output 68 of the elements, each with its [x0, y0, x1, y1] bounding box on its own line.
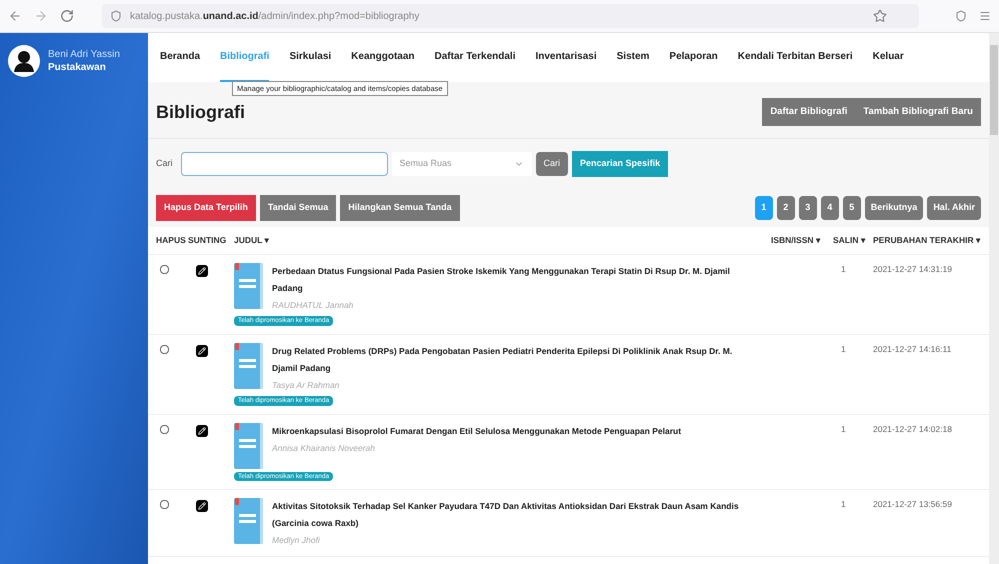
nav-tab[interactable]: Inventarisasi [535, 33, 597, 82]
page-link[interactable]: Berikutnya [864, 196, 924, 220]
column-header[interactable]: JUDUL ▾ [234, 234, 771, 247]
nav-tab[interactable]: Keluar [872, 33, 904, 82]
edit-icon[interactable] [196, 344, 208, 357]
reload-icon[interactable] [60, 9, 74, 23]
copies-cell-text: 1 [840, 263, 847, 276]
url-text: katalog.pustaka.unand.ac.id/admin/index.php?mod=bibliography [130, 10, 420, 24]
page-link[interactable]: Hal. Akhir [927, 196, 981, 220]
book-icon [234, 263, 264, 309]
column-header[interactable]: ISBN/ISSN ▾ [771, 234, 833, 247]
search-label: Cari [156, 157, 173, 170]
menu-icon[interactable] [979, 10, 991, 22]
book-title[interactable]: Aktivitas Sitotoksik Terhadap Sel Kanker Payudara T47D Dan Aktivitas Antioksidan Dari Ekstrak Daun Asam Kandis (Garcinia cowa Raxb) [272, 498, 742, 532]
copies-cell-text: 1 [840, 422, 847, 436]
user-role: Pustakawan [48, 61, 107, 74]
page-title: Bibliografi [156, 100, 245, 124]
action-button[interactable]: Hapus Data Terpilih [156, 195, 256, 221]
book-icon [234, 422, 264, 468]
avatar-icon [8, 45, 40, 77]
header-button[interactable]: Tambah Bibliografi Baru [855, 98, 981, 126]
nav-tab[interactable]: Pelaporan [669, 33, 718, 82]
column-header: HAPUS [155, 234, 184, 247]
nav-tab[interactable]: Daftar Terkendali [434, 33, 516, 82]
modified-cell-text: 2021-12-27 14:31:19 [873, 263, 953, 276]
book-author: RAUDHATUL Jannah [272, 299, 354, 312]
copies-cell-text: 1 [840, 342, 847, 356]
shield-icon [110, 10, 122, 22]
copies-cell-text: 1 [840, 498, 847, 511]
action-button[interactable]: Hilangkan Semua Tanda [340, 195, 460, 221]
nav-tab[interactable]: Kendali Terbitan Berseri [738, 33, 853, 82]
edit-icon[interactable] [196, 424, 208, 436]
book-title[interactable]: Drug Related Problems (DRPs) Pada Pengobatan Pasien Pediatri Penderita Epilepsi Di Poliklinik Anak Rsup Dr. M. Djamil Padang [272, 342, 742, 377]
book-icon [234, 498, 264, 544]
back-icon[interactable] [8, 9, 22, 23]
edit-icon[interactable] [196, 500, 208, 512]
address-bar[interactable]: katalog.pustaka.unand.ac.id/admin/index.php?mod=bibliography [102, 4, 919, 28]
user-name: Beni Adri Yassin [48, 48, 120, 61]
book-icon [234, 342, 264, 389]
column-header[interactable]: PERUBAHAN TERAKHIR ▾ [873, 234, 989, 247]
nav-tab[interactable]: Sistem [616, 33, 650, 82]
row-checkbox[interactable] [160, 500, 169, 510]
action-button[interactable]: Tandai Semua [260, 195, 336, 221]
page-link[interactable]: 2 [776, 196, 795, 220]
column-header[interactable]: SALIN ▾ [833, 234, 873, 247]
book-author: Medlyn Jhofi [272, 534, 321, 548]
row-checkbox[interactable] [160, 424, 169, 434]
page-link[interactable]: 5 [842, 196, 861, 220]
book-title[interactable]: Perbedaan Dtatus Fungsional Pada Pasien Stroke Iskemik Yang Menggunakan Terapi Statin Di Rsup Dr. M. Djamil Padang [272, 263, 742, 297]
modified-cell-text: 2021-12-27 14:02:18 [873, 422, 953, 436]
modified-cell-text: 2021-12-27 14:16:11 [873, 342, 952, 356]
nav-tab[interactable]: Keanggotaan [351, 33, 415, 82]
book-author: Annisa Khairanis Noveerah [272, 442, 376, 454]
nav-tab[interactable]: Sirkulasi [289, 33, 332, 82]
bookmark-star-icon[interactable] [873, 9, 887, 23]
nav-tab[interactable]: Beranda [160, 33, 200, 82]
row-checkbox[interactable] [160, 344, 169, 354]
row-checkbox[interactable] [160, 265, 169, 274]
search-button[interactable]: Cari [536, 152, 568, 176]
edit-icon[interactable] [196, 265, 208, 277]
book-title[interactable]: Mikroenkapsulasi Bisoprolol Fumarat Dengan Etil Selulosa Menggunakan Metode Penguapan Pelarut [272, 422, 682, 440]
page-link[interactable]: 4 [820, 196, 839, 220]
book-author: Tasya Ar Rahman [272, 378, 340, 392]
modified-cell-text: 2021-12-27 13:56:59 [873, 498, 953, 511]
search-field[interactable] [180, 152, 388, 176]
page-link[interactable]: 3 [798, 196, 817, 220]
header-button[interactable]: Daftar Bibliografi [762, 98, 856, 126]
column-header: SUNTING [187, 234, 228, 247]
